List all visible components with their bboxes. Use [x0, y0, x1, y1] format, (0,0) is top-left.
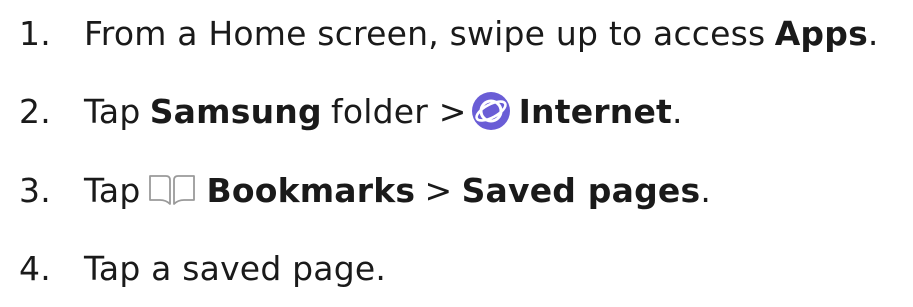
- step-text-part: folder >: [331, 91, 467, 131]
- step-text-part: .: [700, 170, 712, 210]
- saved-pages-label: Saved pages: [461, 170, 701, 210]
- bookmarks-label: Bookmarks: [206, 170, 416, 210]
- step-number: 3.: [19, 170, 51, 210]
- step-text: Tap a saved page.: [84, 249, 386, 288]
- step-number: 4.: [19, 248, 51, 288]
- bookmarks-icon: [146, 173, 198, 207]
- step-text: From a Home screen, swipe up to access A…: [84, 14, 879, 53]
- internet-label: Internet: [518, 91, 673, 131]
- samsung-folder-label: Samsung: [149, 91, 322, 131]
- step-text-part: .: [672, 91, 683, 131]
- step-text-part: .: [867, 13, 879, 53]
- step-text-part: Tap: [84, 170, 141, 210]
- step-text-part: Tap a saved page.: [84, 248, 387, 288]
- step-text: Tap Bookmarks > Saved pages .: [84, 171, 711, 210]
- step-number: 2.: [19, 91, 51, 131]
- step-text-part: Tap: [84, 91, 141, 131]
- step-number: 1.: [19, 13, 51, 53]
- apps-label: Apps: [774, 13, 868, 53]
- step-text: Tap Samsung folder > Internet .: [84, 91, 683, 131]
- internet-icon: [471, 91, 511, 131]
- step-text-part: >: [424, 170, 453, 210]
- step-text-part: From a Home screen, swipe up to access: [84, 13, 766, 53]
- instruction-steps: 1. From a Home screen, swipe up to acces…: [0, 0, 913, 307]
